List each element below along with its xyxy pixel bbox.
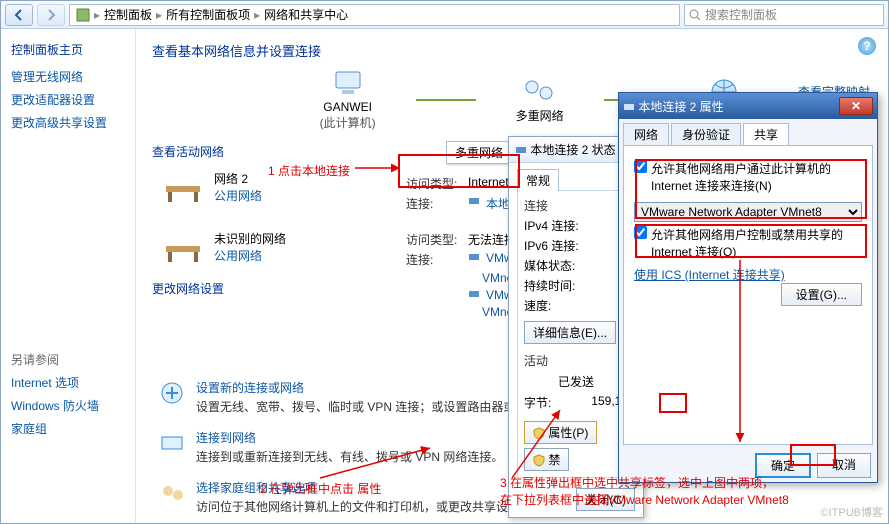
- ics-link[interactable]: 使用 ICS (Internet 连接共享): [634, 268, 785, 282]
- settings-button[interactable]: 设置(G)...: [781, 283, 862, 306]
- adapter-icon: [468, 195, 480, 207]
- annot-box-prop: [659, 393, 687, 413]
- see-also-firewall[interactable]: Windows 防火墙: [11, 397, 125, 414]
- sidebar-title: 控制面板主页: [11, 41, 125, 58]
- sidebar-item-wireless[interactable]: 管理无线网络: [11, 68, 125, 85]
- tab-auth[interactable]: 身份验证: [671, 123, 741, 145]
- properties-button[interactable]: 属性(P): [524, 421, 597, 444]
- tab-sharing[interactable]: 共享: [743, 123, 789, 145]
- annot-box-2a: [635, 159, 867, 219]
- annot-box-2b: [635, 224, 867, 258]
- page-title: 查看基本网络信息并设置连接: [152, 41, 872, 60]
- homegroup-icon: [158, 479, 186, 507]
- annot-text-3: 3 在属性弹出框中选中共享标签，选中上图中两项， 在下拉列表框中选择VMware…: [500, 475, 789, 509]
- watermark: ©ITPUB博客: [821, 504, 884, 520]
- adapter-icon: [468, 251, 480, 263]
- nav-back-button[interactable]: [5, 4, 33, 26]
- help-icon[interactable]: ?: [858, 37, 876, 55]
- crumb[interactable]: 网络和共享中心: [264, 6, 348, 23]
- diagram-this-pc: GANWEI (此计算机): [320, 68, 376, 131]
- connect-icon: [158, 429, 186, 457]
- search-input[interactable]: 搜索控制面板: [684, 4, 884, 26]
- adapter-icon: [623, 101, 635, 113]
- crumb[interactable]: 控制面板: [104, 6, 152, 23]
- see-also-internet[interactable]: Internet 选项: [11, 374, 125, 391]
- sidebar-item-adapter[interactable]: 更改适配器设置: [11, 91, 125, 108]
- search-icon: [689, 9, 701, 21]
- sidebar: 控制面板主页 管理无线网络 更改适配器设置 更改高级共享设置 另请参阅 Inte…: [1, 29, 136, 523]
- diagram-multi-net: 多重网络: [516, 75, 564, 124]
- control-panel-icon: [76, 8, 90, 22]
- annot-box-1: [398, 154, 520, 188]
- shield-icon: [533, 454, 545, 466]
- close-button[interactable]: ✕: [839, 97, 873, 115]
- see-also-title: 另请参阅: [11, 351, 125, 368]
- adapter-icon: [468, 288, 480, 300]
- bench-icon: [162, 230, 204, 266]
- prop-titlebar[interactable]: 本地连接 2 属性 ✕: [619, 93, 877, 119]
- see-also-homegroup[interactable]: 家庭组: [11, 420, 125, 437]
- annot-text-2: 2 在弹出框中点击 属性: [260, 480, 381, 497]
- shield-icon: [533, 427, 545, 439]
- breadcrumb[interactable]: ▸控制面板 ▸所有控制面板项 ▸网络和共享中心: [69, 4, 680, 26]
- new-connection-icon: [158, 379, 186, 407]
- details-button[interactable]: 详细信息(E)...: [524, 321, 616, 344]
- disable-button[interactable]: 禁: [524, 448, 569, 471]
- sidebar-item-sharing[interactable]: 更改高级共享设置: [11, 114, 125, 131]
- crumb[interactable]: 所有控制面板项: [166, 6, 250, 23]
- bench-icon: [162, 170, 204, 206]
- status-tab-general[interactable]: 常规: [517, 169, 559, 191]
- nav-forward-button: [37, 4, 65, 26]
- properties-dialog: 本地连接 2 属性 ✕ 网络 身份验证 共享 允许其他网络用户通过此计算机的 I…: [618, 92, 878, 483]
- tab-network[interactable]: 网络: [623, 123, 669, 145]
- annot-text-1: 1 点击本地连接: [268, 162, 350, 179]
- annot-box-ok: [790, 444, 836, 466]
